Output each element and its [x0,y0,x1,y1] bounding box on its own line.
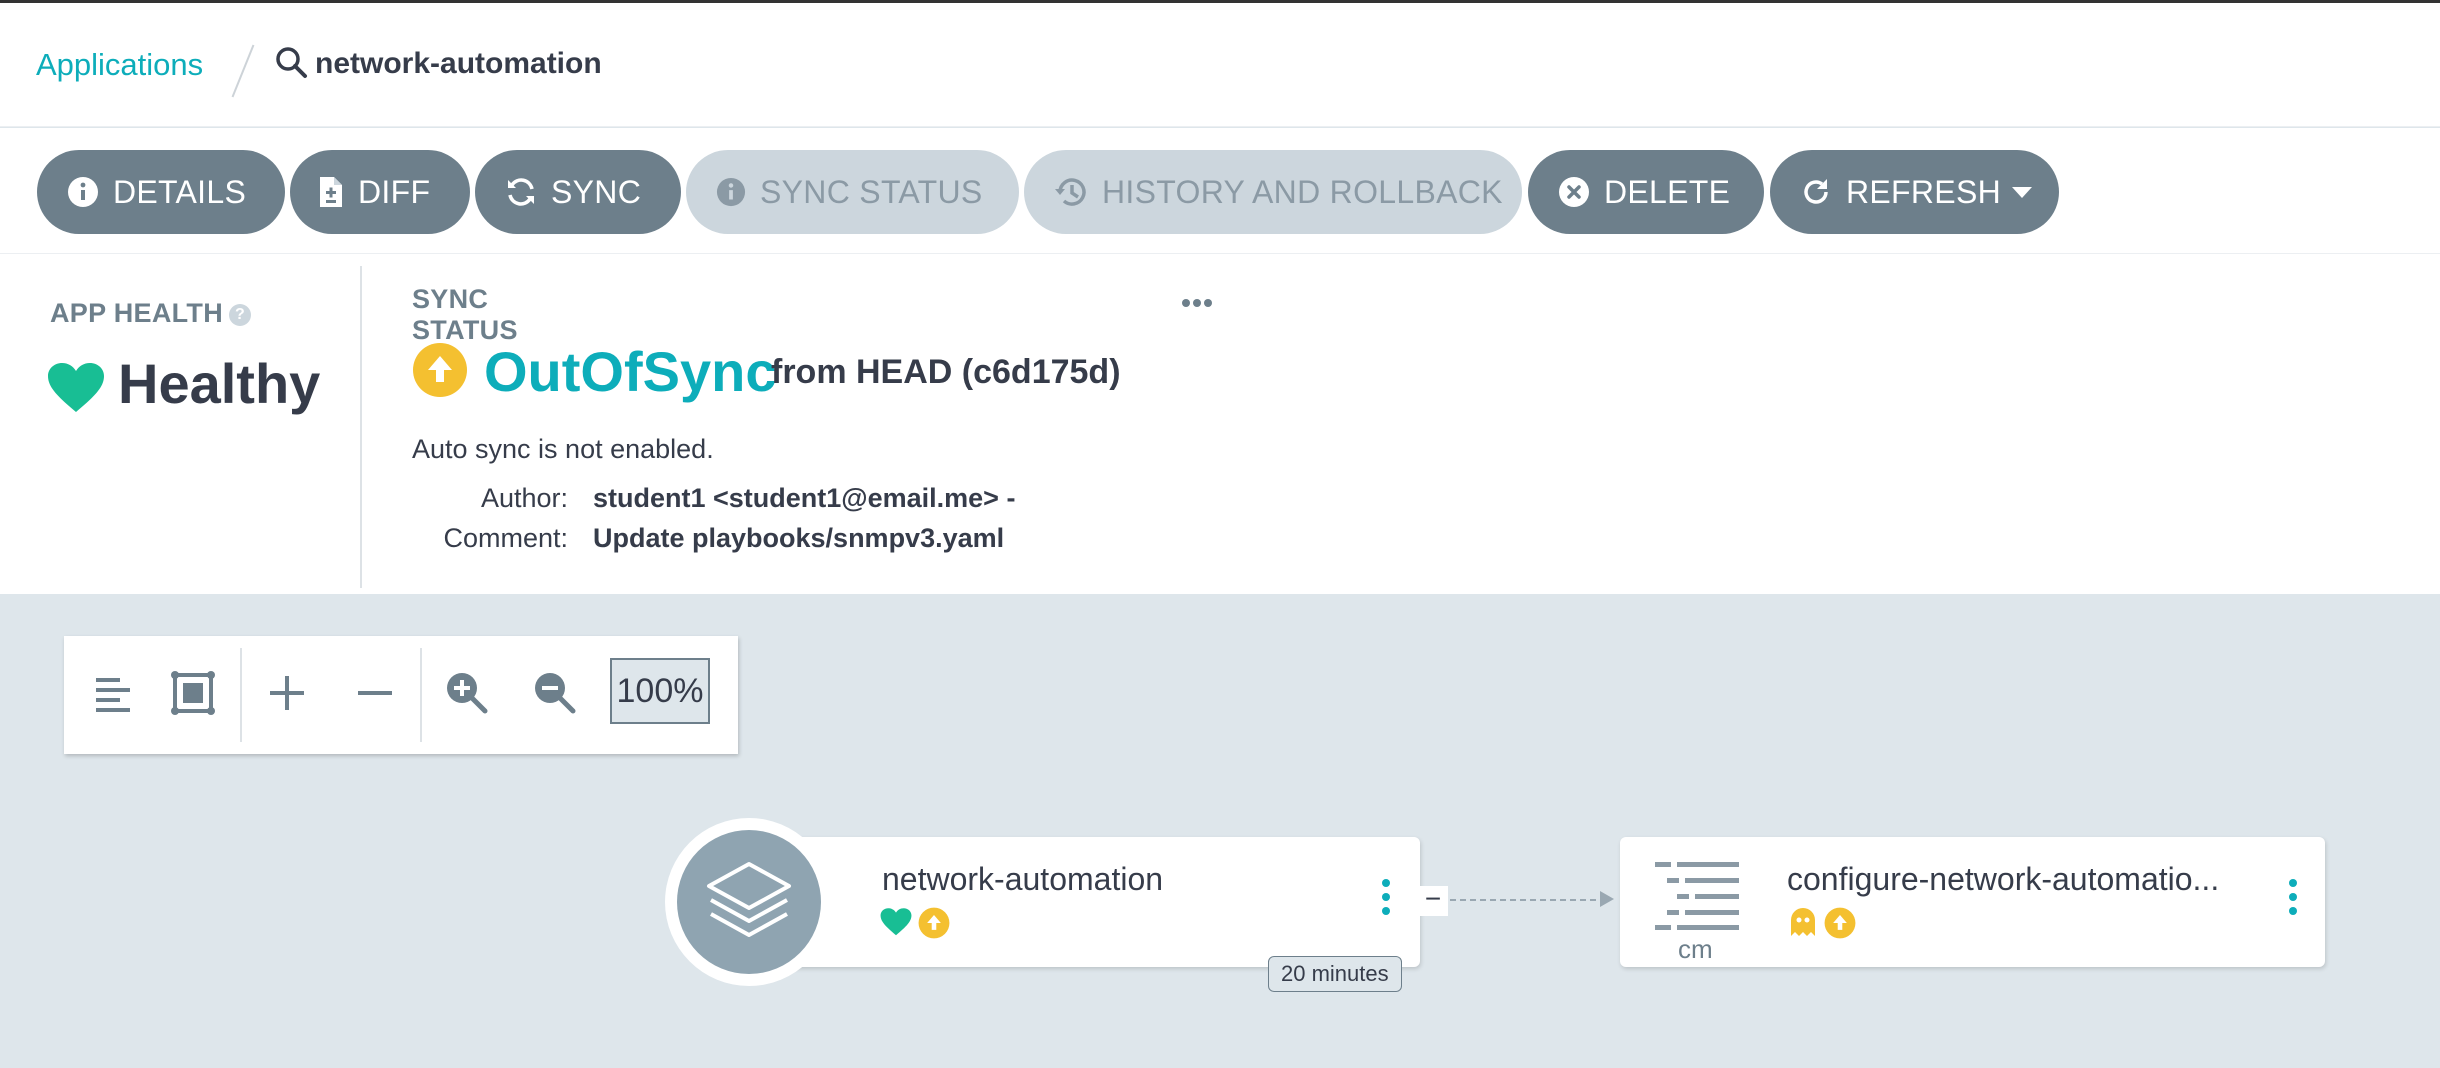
delete-button-label: DELETE [1604,173,1731,210]
toolbar-divider [420,648,422,742]
ghost-icon [1791,908,1815,936]
app-health-title: APP HEALTH? [50,298,252,329]
breadcrumb-current-app: network-automation [315,47,602,80]
refresh-button-label: REFRESH [1846,173,2002,210]
delete-button[interactable]: DELETE [1528,150,1764,234]
search-icon[interactable] [274,45,308,79]
sync-status-value: OutOfSync [484,340,777,403]
breadcrumb-applications-link[interactable]: Applications [36,47,203,83]
details-button-label: DETAILS [113,173,247,210]
refresh-icon [1804,179,1828,204]
graph-toolbar: 100% [64,636,738,754]
more-options-icon[interactable] [1181,297,1213,309]
layers-icon [707,862,791,937]
app-node-menu-icon[interactable] [1382,879,1390,921]
sync-status-button[interactable]: SYNC STATUS [686,150,1019,234]
caret-down-icon[interactable] [2011,185,2033,199]
breadcrumb-separator [231,44,255,98]
app-health-section: APP HEALTH? Healthy [0,266,362,588]
diff-button-label: DIFF [358,173,431,210]
heart-icon [48,363,104,412]
app-node-age-badge: 20 minutes [1268,956,1402,992]
author-value: student1 <student1@email.me> - [593,483,1016,513]
top-bar: Applications network-automation [0,0,2440,127]
zoom-level-display: 100% [610,658,710,724]
align-left-icon[interactable] [94,674,132,714]
fit-screen-icon[interactable] [170,670,216,716]
out-of-sync-arrow-icon [1824,907,1856,939]
resource-node[interactable]: configure-network-automatio... [1620,837,2325,967]
status-panel: APP HEALTH? Healthy SYNC STATUS? OutOfSy… [0,254,2440,594]
sync-icon [508,178,534,206]
heart-icon [880,908,912,936]
action-toolbar: DETAILS DIFF SYNC SYNC STATUS HISTORY AN… [0,128,2440,254]
sync-button[interactable]: SYNC [475,150,681,234]
comment-label: Comment: [443,523,568,553]
auto-sync-text: Auto sync is not enabled. [412,434,714,464]
out-of-sync-arrow-icon [413,343,467,397]
refresh-button[interactable]: REFRESH [1770,150,2059,234]
history-icon [1055,178,1086,206]
comment-value: Update playbooks/snmpv3.yaml [593,523,1005,553]
graph-edge [1450,899,1606,901]
diff-button[interactable]: DIFF [290,150,470,234]
app-node-name: network-automation [882,861,1164,897]
resource-node-menu-icon[interactable] [2289,879,2297,921]
info-icon [68,177,98,207]
app-node-icon-circle [665,818,833,986]
history-rollback-button-label: HISTORY AND ROLLBACK [1102,173,1503,210]
history-rollback-button[interactable]: HISTORY AND ROLLBACK [1024,150,1522,234]
info-icon [716,177,746,207]
resource-kind-label: cm [1678,934,1713,964]
app-node[interactable]: network-automation [748,837,1420,967]
sync-button-label: SYNC [551,173,642,210]
sync-revision: from HEAD (c6d175d) [771,353,1121,391]
details-button[interactable]: DETAILS [37,150,285,234]
help-icon[interactable]: ? [229,303,252,326]
plus-icon[interactable] [268,674,306,712]
author-label: Author: [480,483,568,513]
out-of-sync-arrow-icon [918,907,950,939]
file-diff-icon [320,177,342,207]
sync-status-button-label: SYNC STATUS [760,173,983,210]
collapse-toggle[interactable]: − [1418,885,1448,916]
zoom-out-icon[interactable] [532,670,576,714]
resource-node-name: configure-network-automatio... [1787,861,2220,897]
close-circle-icon [1559,177,1589,207]
toolbar-divider [240,648,242,742]
configmap-list-icon [1655,862,1739,930]
graph-edge-arrow [1600,891,1614,907]
app-health-status: Healthy [118,352,321,415]
zoom-in-icon[interactable] [444,670,488,714]
minus-icon[interactable] [356,674,394,712]
